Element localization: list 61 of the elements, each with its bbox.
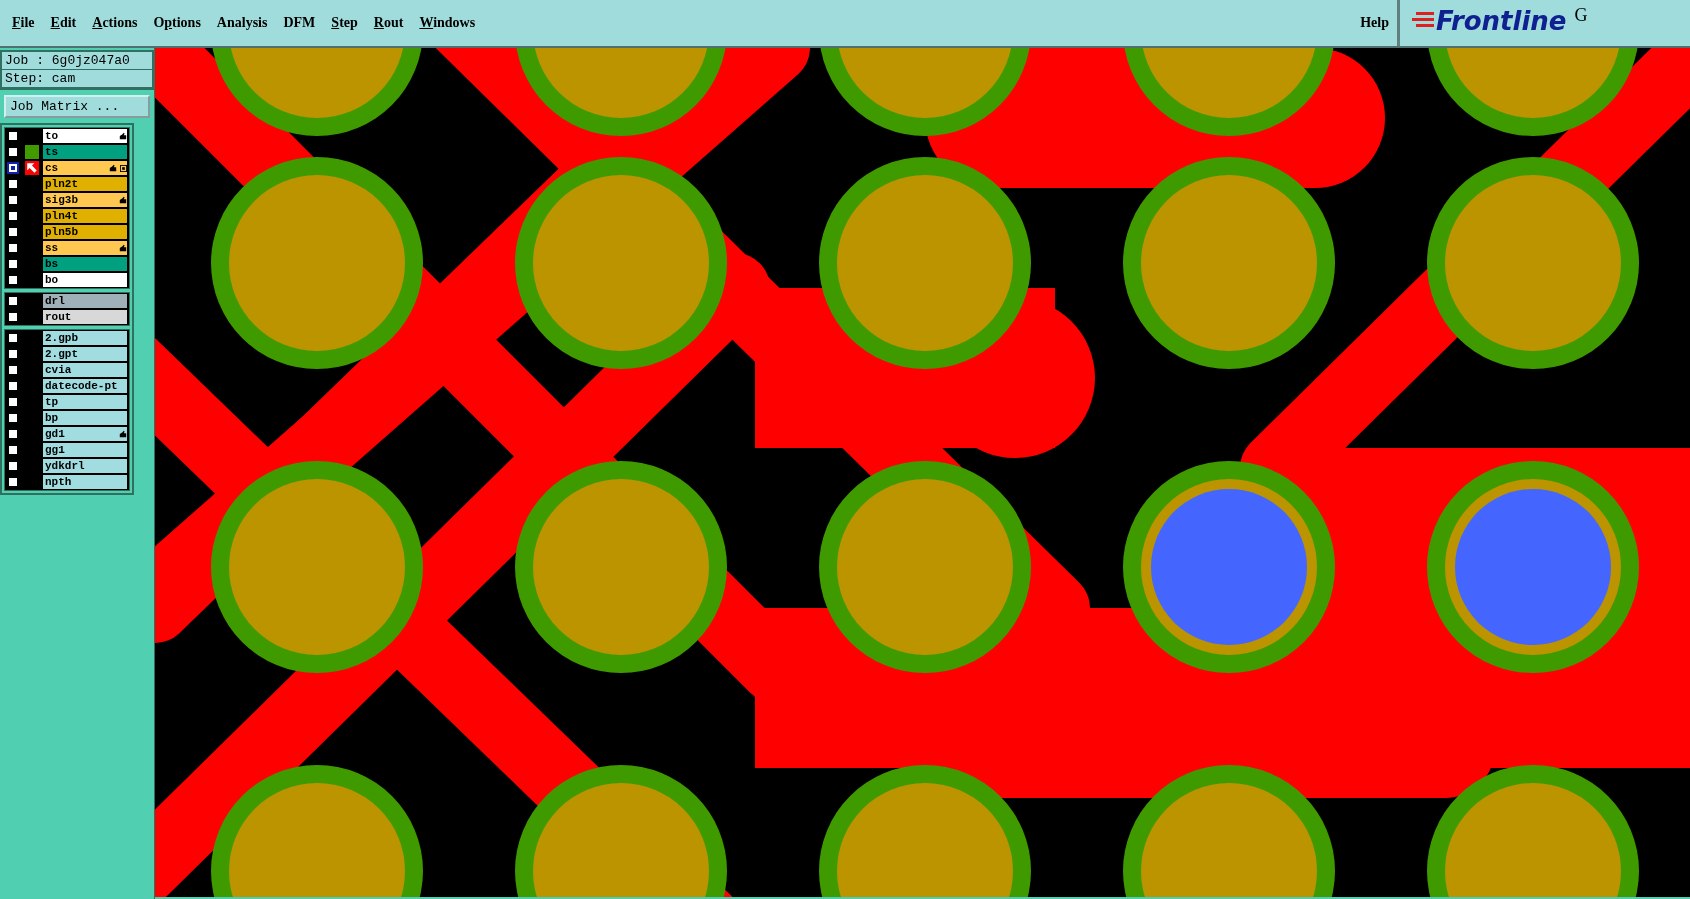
step-name: Step: cam (2, 70, 152, 88)
menu-item[interactable]: Windows (411, 15, 484, 31)
layer-checkbox[interactable] (7, 210, 19, 222)
layer-checkbox[interactable] (7, 332, 19, 344)
layer-name[interactable]: bp (43, 411, 127, 425)
menu-item[interactable]: Options (145, 15, 209, 31)
layer-color-swatch[interactable] (25, 161, 39, 175)
layer-checkbox[interactable] (7, 226, 19, 238)
speed-lines-icon (1410, 10, 1434, 30)
layer-checkbox[interactable] (7, 295, 19, 307)
layer-name[interactable]: 2.gpb (43, 331, 127, 345)
layer-checkbox[interactable] (7, 428, 19, 440)
layer-name[interactable]: cs (43, 161, 127, 175)
menu-item[interactable]: Edit (42, 15, 85, 31)
layer-name[interactable]: bo (43, 273, 127, 287)
menu-item[interactable]: DFM (275, 15, 324, 31)
layer-name[interactable]: datecode-pt (43, 379, 127, 393)
layer-checkbox[interactable] (7, 130, 19, 142)
layer-checkbox[interactable] (7, 194, 19, 206)
layer-checkbox[interactable] (7, 444, 19, 456)
job-name: Job : 6g0jz047a0 (2, 52, 152, 70)
layer-checkbox[interactable] (7, 178, 19, 190)
layer-name[interactable]: gg1 (43, 443, 127, 457)
layer-name[interactable]: tp (43, 395, 127, 409)
menu-item[interactable]: File (4, 15, 43, 31)
layer-name[interactable]: ts (43, 145, 127, 159)
job-matrix-button[interactable]: Job Matrix ... (4, 95, 150, 118)
layer-checkbox[interactable] (7, 146, 19, 158)
layer-name[interactable]: npth (43, 475, 127, 489)
layer-checkbox[interactable] (7, 476, 19, 488)
layer-name[interactable]: gd1 (43, 427, 127, 441)
layer-name[interactable]: cvia (43, 363, 127, 377)
layer-name[interactable]: ss (43, 241, 127, 255)
layer-name[interactable]: pln4t (43, 209, 127, 223)
layer-name[interactable]: rout (43, 310, 127, 324)
layer-checkbox[interactable] (7, 412, 19, 424)
layer-checkbox[interactable] (7, 258, 19, 270)
layer-name[interactable]: sig3b (43, 193, 127, 207)
layer-name[interactable]: bs (43, 257, 127, 271)
help-menu[interactable]: Help (1352, 15, 1397, 31)
layer-name[interactable]: ydkdrl (43, 459, 127, 473)
logo: Frontline $^{G}$ (1400, 0, 1690, 46)
menu-item[interactable]: Actions (84, 15, 146, 31)
layer-checkbox[interactable] (7, 242, 19, 254)
layer-checkbox[interactable] (7, 380, 19, 392)
layer-checkbox[interactable] (7, 274, 19, 286)
menu-item[interactable]: Analysis (208, 15, 276, 31)
layer-checkbox[interactable] (7, 364, 19, 376)
layer-color-swatch[interactable] (25, 145, 39, 159)
menu-item[interactable]: Rout (365, 15, 412, 31)
layer-checkbox[interactable] (7, 162, 19, 174)
menu-item[interactable]: Step (323, 15, 366, 31)
layer-checkbox[interactable] (7, 396, 19, 408)
layer-name[interactable]: pln5b (43, 225, 127, 239)
layer-name[interactable]: 2.gpt (43, 347, 127, 361)
layer-checkbox[interactable] (7, 460, 19, 472)
layer-name[interactable]: to (43, 129, 127, 143)
layer-name[interactable]: pln2t (43, 177, 127, 191)
layer-checkbox[interactable] (7, 348, 19, 360)
layer-name[interactable]: drl (43, 294, 127, 308)
layer-checkbox[interactable] (7, 311, 19, 323)
